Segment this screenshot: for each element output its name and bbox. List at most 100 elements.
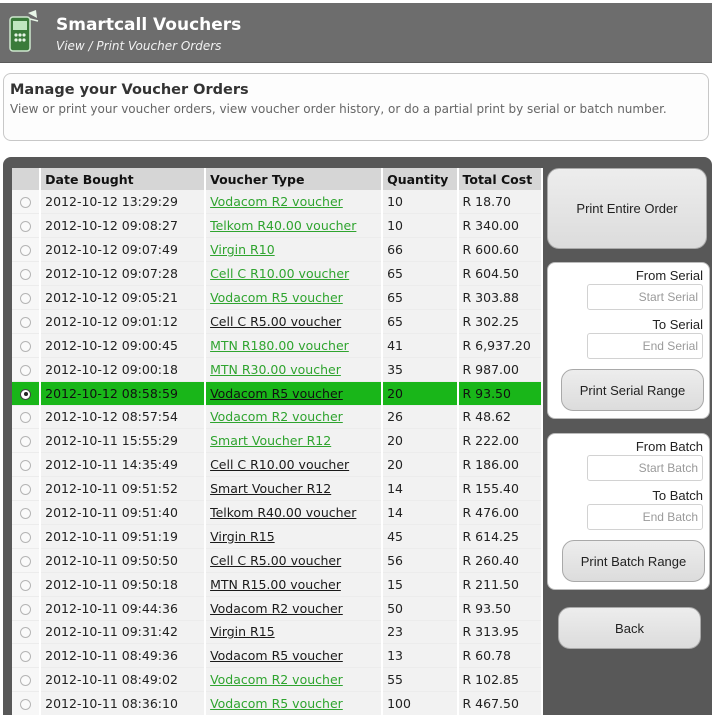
column-header-quantity: Quantity — [382, 168, 459, 190]
voucher-type-link[interactable]: Vodacom R2 voucher — [210, 409, 343, 424]
page-description: View or print your voucher orders, view … — [10, 102, 667, 116]
voucher-type-link[interactable]: Telkom R40.00 voucher — [210, 218, 356, 233]
quantity-cell: 20 — [382, 381, 459, 406]
row-select-cell — [12, 285, 42, 310]
table-row[interactable]: 2012-10-12 08:57:54 Vodacom R2 voucher 26 R… — [12, 405, 543, 430]
table-row[interactable]: 2012-10-11 09:51:52 Smart Voucher R12 14 R … — [12, 476, 543, 502]
print-entire-order-button[interactable]: Print Entire Order — [547, 168, 707, 249]
row-select-radio[interactable] — [20, 579, 32, 591]
quantity-cell: 14 — [382, 476, 459, 502]
table-row[interactable]: 2012-10-11 09:50:18 MTN R15.00 voucher 15 R… — [12, 572, 543, 597]
print-serial-range-button[interactable]: Print Serial Range — [561, 369, 704, 411]
table-row[interactable]: 2012-10-11 09:44:36 Vodacom R2 voucher 50 R… — [12, 596, 543, 621]
total-cost-cell: R 313.95 — [457, 620, 543, 645]
voucher-type-link[interactable]: Vodacom R2 voucher — [210, 601, 343, 616]
voucher-type-link[interactable]: Vodacom R5 voucher — [210, 696, 343, 711]
end-serial-input[interactable] — [587, 333, 703, 359]
row-select-radio[interactable] — [20, 197, 32, 209]
voucher-type-link[interactable]: Smart Voucher R12 — [210, 433, 331, 448]
table-row[interactable]: 2012-10-11 09:50:50 Cell C R5.00 voucher 5… — [12, 548, 543, 573]
row-select-cell — [12, 667, 42, 693]
voucher-type-link[interactable]: Virgin R10 — [210, 242, 275, 257]
row-select-radio[interactable] — [20, 340, 32, 352]
date-bought-cell: 2012-10-11 08:36:10 — [40, 691, 207, 715]
quantity-cell: 45 — [382, 524, 459, 549]
voucher-type-link[interactable]: Cell C R10.00 voucher — [210, 266, 349, 281]
table-row[interactable]: 2012-10-12 09:07:28 Cell C R10.00 voucher… — [12, 261, 543, 287]
voucher-type-link[interactable]: Virgin R15 — [210, 624, 275, 639]
start-serial-input[interactable] — [587, 284, 703, 310]
table-row[interactable]: 2012-10-11 09:51:19 Virgin R15 45 R 614.25 — [12, 524, 543, 549]
voucher-type-link[interactable]: MTN R180.00 voucher — [210, 338, 349, 353]
voucher-type-link[interactable]: Virgin R15 — [210, 529, 275, 544]
row-select-radio[interactable] — [20, 221, 32, 233]
start-batch-input[interactable] — [587, 455, 703, 481]
row-select-radio[interactable] — [20, 436, 32, 448]
table-row[interactable]: 2012-10-11 08:49:02 Vodacom R2 voucher 55 R… — [12, 667, 543, 693]
table-row[interactable]: 2012-10-11 09:51:40 Telkom R40.00 voucher… — [12, 500, 543, 525]
quantity-cell: 20 — [382, 452, 459, 478]
row-select-radio[interactable] — [20, 484, 32, 496]
table-row[interactable]: 2012-10-12 13:29:29 Vodacom R2 voucher 10 R… — [12, 190, 543, 215]
table-row[interactable]: 2012-10-12 09:01:12 Cell C R5.00 voucher 6… — [12, 309, 543, 334]
quantity-cell: 35 — [382, 357, 459, 382]
row-select-radio[interactable] — [20, 531, 32, 543]
row-select-radio[interactable] — [20, 675, 32, 687]
total-cost-cell: R 60.78 — [457, 643, 543, 669]
voucher-type-link[interactable]: Vodacom R5 voucher — [210, 290, 343, 305]
table-row[interactable]: 2012-10-12 09:08:27 Telkom R40.00 voucher… — [12, 213, 543, 239]
print-batch-range-button[interactable]: Print Batch Range — [562, 540, 705, 582]
row-select-radio[interactable] — [20, 245, 32, 257]
row-select-radio[interactable] — [20, 603, 32, 615]
voucher-type-link[interactable]: Cell C R5.00 voucher — [210, 553, 341, 568]
table-row[interactable]: 2012-10-12 09:00:45 MTN R180.00 voucher 41… — [12, 333, 543, 358]
phone-voucher-icon — [9, 10, 39, 52]
table-row[interactable]: 2012-10-12 09:07:49 Virgin R10 66 R 600.60 — [12, 237, 543, 263]
voucher-type-cell: Vodacom R5 voucher — [205, 381, 384, 406]
voucher-type-link[interactable]: Cell C R10.00 voucher — [210, 457, 349, 472]
table-row[interactable]: 2012-10-12 09:05:21 Vodacom R5 voucher 65 R… — [12, 285, 543, 310]
back-button[interactable]: Back — [558, 607, 701, 649]
voucher-type-link[interactable]: Vodacom R5 voucher — [210, 386, 343, 401]
row-select-radio[interactable] — [20, 555, 32, 567]
quantity-cell: 20 — [382, 428, 459, 454]
quantity-cell: 41 — [382, 333, 459, 358]
table-row[interactable]: 2012-10-11 15:55:29 Smart Voucher R12 20 R … — [12, 428, 543, 454]
table-row[interactable]: 2012-10-11 08:49:36 Vodacom R5 voucher 13 R… — [12, 643, 543, 669]
table-row[interactable]: 2012-10-12 09:00:18 MTN R30.00 voucher 35 R… — [12, 357, 543, 382]
row-select-radio[interactable] — [20, 699, 32, 711]
row-select-radio[interactable] — [20, 412, 32, 424]
row-select-cell — [12, 357, 42, 382]
table-row[interactable]: 2012-10-11 14:35:49 Cell C R10.00 voucher… — [12, 452, 543, 478]
quantity-cell: 14 — [382, 500, 459, 525]
voucher-type-cell: Telkom R40.00 voucher — [205, 213, 384, 239]
row-select-radio[interactable] — [20, 364, 32, 376]
voucher-type-link[interactable]: MTN R15.00 voucher — [210, 577, 341, 592]
voucher-type-link[interactable]: Vodacom R2 voucher — [210, 672, 343, 687]
voucher-type-cell: Cell C R5.00 voucher — [205, 548, 384, 573]
quantity-cell: 56 — [382, 548, 459, 573]
voucher-type-link[interactable]: Vodacom R5 voucher — [210, 648, 343, 663]
table-row[interactable]: 2012-10-11 09:31:42 Virgin R15 23 R 313.95 — [12, 620, 543, 645]
to-serial-label: To Serial — [652, 317, 703, 332]
row-select-radio[interactable] — [20, 293, 32, 304]
row-select-cell — [12, 428, 42, 454]
voucher-type-link[interactable]: Vodacom R2 voucher — [210, 194, 343, 209]
row-select-radio[interactable] — [20, 460, 32, 472]
row-select-radio[interactable] — [20, 627, 32, 639]
table-row[interactable]: 2012-10-12 08:58:59 Vodacom R5 voucher 20 R… — [12, 381, 543, 406]
voucher-type-link[interactable]: Smart Voucher R12 — [210, 481, 331, 496]
row-select-radio[interactable] — [20, 508, 32, 520]
voucher-type-link[interactable]: Cell C R5.00 voucher — [210, 314, 341, 329]
voucher-type-link[interactable]: Telkom R40.00 voucher — [210, 505, 356, 520]
row-select-radio[interactable] — [20, 651, 32, 663]
quantity-cell: 55 — [382, 667, 459, 693]
row-select-radio[interactable] — [20, 269, 32, 281]
column-header-voucher-type: Voucher Type — [205, 168, 384, 190]
voucher-type-link[interactable]: MTN R30.00 voucher — [210, 362, 341, 377]
end-batch-input[interactable] — [587, 504, 703, 530]
row-select-radio[interactable] — [20, 388, 32, 400]
app-title: Smartcall Vouchers — [56, 15, 242, 35]
row-select-radio[interactable] — [20, 316, 32, 328]
table-row[interactable]: 2012-10-11 08:36:10 Vodacom R5 voucher 100… — [12, 691, 543, 715]
